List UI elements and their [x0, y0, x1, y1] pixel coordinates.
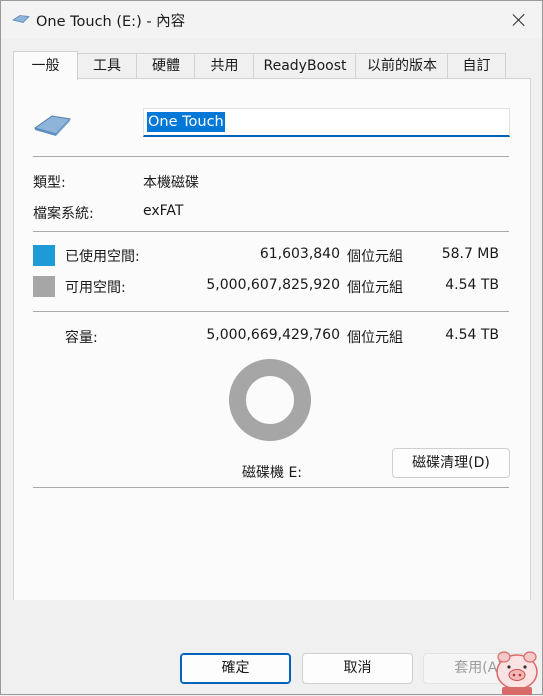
free-space-swatch — [33, 276, 55, 297]
free-space-size: 4.54 TB — [445, 277, 499, 293]
drive-letter-label: 磁碟機 E: — [242, 465, 303, 481]
divider — [33, 231, 509, 232]
tab-previous-versions[interactable]: 以前的版本 — [355, 53, 449, 79]
divider — [33, 487, 509, 488]
divider — [33, 156, 509, 157]
tab-hardware[interactable]: 硬體 — [136, 53, 196, 79]
capacity-unit: 個位元組 — [347, 330, 403, 346]
used-space-label: 已使用空間: — [65, 249, 140, 265]
drive-name-text: One Touch — [147, 112, 225, 132]
used-space-swatch — [33, 245, 55, 266]
window-title: One Touch (E:) - 內容 — [36, 14, 186, 30]
used-space-size: 58.7 MB — [441, 246, 499, 262]
filesystem-value: exFAT — [143, 203, 184, 219]
tab-tools[interactable]: 工具 — [76, 53, 138, 79]
title-bar: One Touch (E:) - 內容 — [1, 1, 542, 39]
capacity-size: 4.54 TB — [445, 327, 499, 343]
free-space-label: 可用空間: — [65, 280, 126, 296]
tab-sharing[interactable]: 共用 — [194, 53, 255, 79]
type-value: 本機磁碟 — [143, 175, 199, 191]
used-space-unit: 個位元組 — [347, 249, 403, 265]
used-space-bytes: 61,603,840 — [259, 246, 340, 262]
drive-name-input[interactable]: One Touch — [143, 108, 510, 137]
free-space-bytes: 5,000,607,825,920 — [206, 277, 340, 293]
tab-readyboost[interactable]: ReadyBoost — [253, 53, 357, 79]
drive-icon — [12, 15, 30, 23]
ok-button[interactable]: 確定 — [180, 653, 291, 684]
free-space-unit: 個位元組 — [347, 280, 403, 296]
filesystem-label: 檔案系統: — [33, 206, 94, 222]
usage-donut-chart — [229, 359, 311, 441]
cancel-button[interactable]: 取消 — [302, 653, 413, 684]
tab-customize[interactable]: 自訂 — [447, 53, 506, 79]
close-button[interactable] — [496, 1, 542, 39]
disk-cleanup-button[interactable]: 磁碟清理(D) — [392, 448, 510, 478]
properties-dialog: One Touch (E:) - 內容 一般 工具 硬體 共用 ReadyBoo… — [0, 0, 543, 695]
drive-icon — [33, 115, 72, 136]
pig-mascot-watermark — [496, 651, 538, 695]
divider — [33, 311, 509, 312]
capacity-label: 容量: — [65, 330, 98, 346]
tab-general[interactable]: 一般 — [13, 51, 78, 80]
capacity-bytes: 5,000,669,429,760 — [206, 327, 340, 343]
type-label: 類型: — [33, 175, 66, 191]
